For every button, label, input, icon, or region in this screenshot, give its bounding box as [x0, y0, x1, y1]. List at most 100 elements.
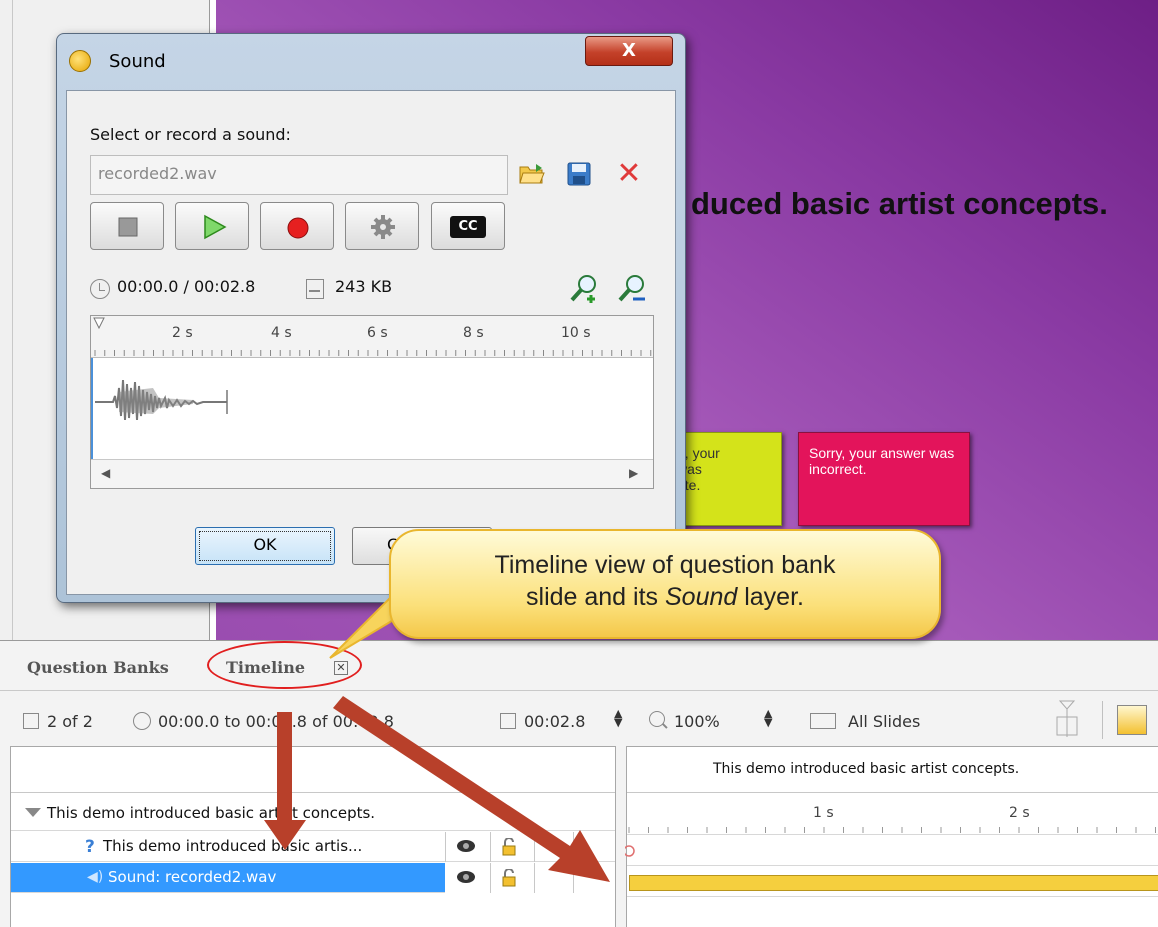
play-button[interactable]	[175, 202, 249, 250]
slide-count: 2 of 2	[47, 712, 93, 731]
cell-divider	[490, 832, 491, 862]
close-button[interactable]: X	[585, 36, 673, 66]
gear-icon	[371, 215, 395, 239]
waveform-graphic	[95, 379, 228, 421]
list-item-selected[interactable]: ◀) Sound: recorded2.wav	[11, 863, 615, 893]
all-slides-icon	[810, 713, 836, 729]
zoom-in-icon[interactable]	[569, 273, 599, 303]
sound-track[interactable]	[627, 867, 1158, 897]
clock-icon	[90, 279, 110, 299]
timeline-ruler-ticks	[628, 827, 1156, 833]
sound-dialog: Sound X Select or record a sound: record…	[56, 33, 686, 603]
speaker-icon: ◀)	[87, 869, 104, 885]
duration-icon	[500, 713, 516, 729]
timeline-ruler[interactable]: 1 s 2 s	[627, 793, 1158, 835]
zoom-icon	[649, 711, 665, 727]
sound-bar[interactable]	[629, 875, 1158, 891]
save-icon[interactable]	[567, 162, 591, 186]
callout-text: slide and its	[526, 583, 665, 611]
callout-text: layer.	[737, 583, 804, 611]
layers-header	[11, 747, 615, 793]
scroll-left-icon[interactable]: ◀	[101, 466, 110, 480]
open-folder-icon[interactable]	[519, 163, 545, 185]
cell-divider	[534, 863, 535, 893]
closed-caption-icon: CC	[450, 216, 486, 238]
timeline-ruler-label: 1 s	[813, 805, 834, 821]
cell-divider	[573, 863, 574, 893]
dialog-body: Select or record a sound: recorded2.wav …	[66, 90, 676, 595]
sound-app-icon	[69, 50, 91, 72]
scroll-right-icon[interactable]: ▶	[629, 466, 638, 480]
callout-line-2: slide and its Sound layer.	[391, 581, 939, 613]
keyframe-icon	[625, 845, 635, 857]
visibility-eye-icon[interactable]	[457, 871, 475, 883]
timeline-options-icon[interactable]	[1117, 705, 1147, 735]
list-item[interactable]: This demo introduced basic artist concep…	[11, 795, 615, 831]
ok-button[interactable]: OK	[195, 527, 335, 565]
lock-icon[interactable]	[501, 838, 517, 856]
stop-button[interactable]	[90, 202, 164, 250]
cell-divider	[573, 832, 574, 862]
cell-divider	[490, 863, 491, 893]
toolbar-separator	[1102, 701, 1103, 739]
select-sound-label: Select or record a sound:	[90, 125, 291, 144]
question-layer-label: This demo introduced basic artis...	[103, 837, 363, 855]
sound-layer-label: Sound: recorded2.wav	[108, 868, 277, 886]
slide-group-label: This demo introduced basic artist concep…	[47, 804, 376, 822]
record-icon	[287, 217, 309, 239]
timeline-tracks: This demo introduced basic artist concep…	[625, 746, 1158, 927]
visibility-eye-icon[interactable]	[457, 840, 475, 852]
question-icon: ?	[85, 837, 95, 857]
record-button[interactable]	[260, 202, 334, 250]
ruler-label: 10 s	[561, 325, 591, 341]
ruler-label: 2 s	[172, 325, 193, 341]
tab-question-banks[interactable]: Question Banks	[27, 658, 169, 677]
ruler-label: 8 s	[463, 325, 484, 341]
clock-icon	[133, 712, 151, 730]
cell-divider	[534, 832, 535, 862]
closed-caption-button[interactable]: CC	[431, 202, 505, 250]
timeline-header: This demo introduced basic artist concep…	[627, 747, 1158, 793]
zoom-value[interactable]: 100%	[674, 712, 720, 731]
callout-line-1: Timeline view of question bank	[494, 551, 836, 579]
sound-file-field[interactable]: recorded2.wav	[90, 155, 508, 195]
duration-spinner-icon[interactable]: ▲ ▼	[614, 708, 622, 728]
ruler-label: 6 s	[367, 325, 388, 341]
waveform-ruler: 2 s 4 s 6 s 8 s 10 s	[91, 316, 653, 358]
file-size-icon	[306, 279, 324, 299]
all-slides-toggle[interactable]: All Slides	[848, 712, 920, 731]
timeline-ruler-label: 2 s	[1009, 805, 1030, 821]
question-track[interactable]	[625, 836, 1158, 866]
bottom-panel: Question Banks Timeline ✕ 2 of 2 00:00.0…	[0, 640, 1158, 927]
ruler-label: 4 s	[271, 325, 292, 341]
duration-value[interactable]: 00:02.8	[524, 712, 585, 731]
dialog-title: Sound	[109, 51, 166, 72]
playback-time: 00:00.0 / 00:02.8	[117, 277, 256, 296]
play-icon	[204, 214, 227, 240]
lock-icon[interactable]	[501, 869, 517, 887]
slide-count-icon	[23, 713, 39, 729]
waveform-panel[interactable]: 2 s 4 s 6 s 8 s 10 s ◀ ▶	[90, 315, 654, 489]
cell-divider	[445, 832, 446, 862]
waveform-scrollbar[interactable]: ◀ ▶	[91, 459, 653, 488]
waveform-display[interactable]	[91, 358, 653, 459]
callout-italic: Sound	[664, 583, 738, 611]
feedback-incorrect-text: Sorry, your answer was incorrect.	[809, 445, 955, 477]
collapse-triangle-icon[interactable]	[25, 808, 41, 817]
feedback-incorrect-box[interactable]: Sorry, your answer was incorrect.	[798, 432, 970, 526]
timeline-header-title: This demo introduced basic artist concep…	[713, 761, 1020, 777]
tab-divider	[0, 690, 1158, 691]
timeline-tab-highlight	[207, 641, 362, 689]
stop-icon	[118, 217, 138, 237]
list-item[interactable]: ? This demo introduced basic artis...	[11, 832, 615, 862]
slide-heading: duced basic artist concepts.	[691, 186, 1108, 221]
callout-bubble: Timeline view of question bank slide and…	[389, 529, 941, 639]
timeline-layers-list: This demo introduced basic artist concep…	[10, 746, 616, 927]
timeline-marker-icon[interactable]	[1053, 699, 1081, 739]
zoom-out-icon[interactable]	[617, 273, 647, 303]
delete-icon[interactable]: ✕	[615, 159, 643, 189]
file-size: 243 KB	[335, 277, 393, 296]
time-range: 00:00.0 to 00:02.8 of 00:02.8	[158, 712, 394, 731]
settings-button[interactable]	[345, 202, 419, 250]
zoom-spinner-icon[interactable]: ▲ ▼	[764, 708, 772, 728]
